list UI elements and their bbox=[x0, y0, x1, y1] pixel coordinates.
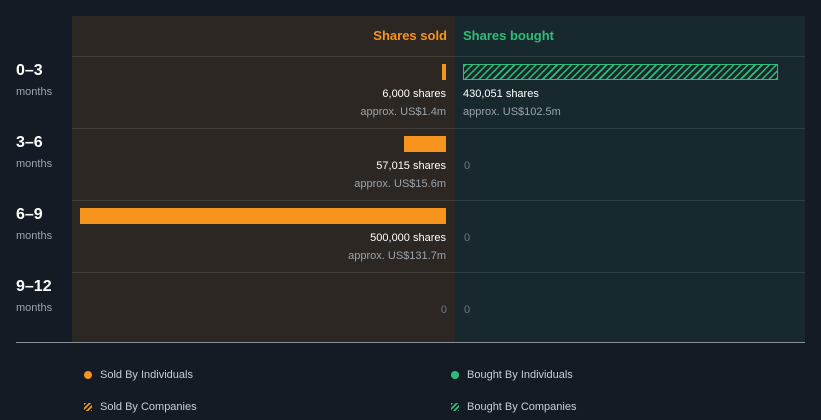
header-shares-bought: Shares bought bbox=[463, 28, 555, 43]
sold-shares-label: 57,015 shares bbox=[376, 160, 446, 172]
bar-bought-companies bbox=[463, 64, 778, 80]
legend-bought-individuals[interactable]: Bought By Individuals bbox=[467, 369, 573, 381]
sold-zero-label: 0 bbox=[440, 304, 447, 316]
legend-sold-individuals[interactable]: Sold By Individuals bbox=[100, 369, 193, 381]
legend-bought-companies-icon bbox=[451, 403, 459, 411]
row-divider bbox=[72, 56, 805, 57]
bought-zero-label: 0 bbox=[464, 232, 471, 244]
bar-sold-individuals bbox=[404, 136, 446, 152]
bought-shares-label: 430,051 shares bbox=[463, 88, 539, 100]
sold-shares-label: 6,000 shares bbox=[382, 88, 446, 100]
period-unit: months bbox=[16, 230, 53, 242]
sold-shares-label: 500,000 shares bbox=[370, 232, 446, 244]
bar-sold-individuals bbox=[80, 208, 446, 224]
period-label: 3–6 bbox=[16, 134, 43, 151]
row-divider bbox=[72, 200, 805, 201]
legend-bought-companies[interactable]: Bought By Companies bbox=[467, 401, 576, 413]
period-unit: months bbox=[16, 158, 53, 170]
legend-sold-companies-icon bbox=[84, 403, 92, 411]
legend-sold-individuals-icon bbox=[84, 371, 92, 379]
bought-zero-label: 0 bbox=[464, 304, 471, 316]
period-label: 9–12 bbox=[16, 278, 52, 295]
bought-zero-label: 0 bbox=[464, 160, 471, 172]
header-shares-sold: Shares sold bbox=[373, 28, 447, 43]
sold-value-label: approx. US$1.4m bbox=[360, 106, 446, 118]
legend-bought-individuals-icon bbox=[451, 371, 459, 379]
row-divider bbox=[72, 128, 805, 129]
sold-value-label: approx. US$15.6m bbox=[354, 178, 446, 190]
period-unit: months bbox=[16, 86, 53, 98]
sold-value-label: approx. US$131.7m bbox=[348, 250, 446, 262]
period-label: 0–3 bbox=[16, 62, 43, 79]
period-label: 6–9 bbox=[16, 206, 43, 223]
row-divider bbox=[72, 272, 805, 273]
chart-baseline bbox=[16, 342, 805, 343]
bar-sold-individuals bbox=[441, 64, 446, 80]
bought-value-label: approx. US$102.5m bbox=[463, 106, 561, 118]
legend-sold-companies[interactable]: Sold By Companies bbox=[100, 401, 197, 413]
period-unit: months bbox=[16, 302, 53, 314]
